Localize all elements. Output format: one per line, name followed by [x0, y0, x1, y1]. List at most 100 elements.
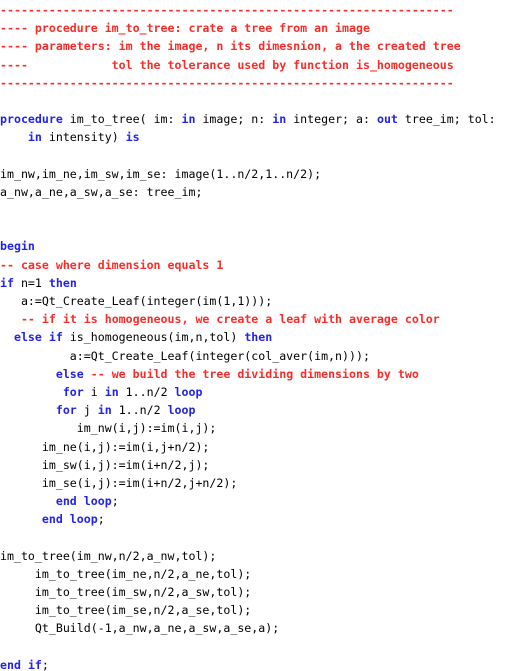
code-line: begin: [0, 237, 531, 255]
code-line: im_ne(i,j):=im(i,j+n/2);: [0, 438, 531, 456]
code-token-comment: -- case where dimension equals 1: [0, 257, 224, 272]
code-token-plain: im_sw(i,j):=im(i+n/2,j);: [0, 457, 210, 472]
code-line: im_sw(i,j):=im(i+n/2,j);: [0, 456, 531, 474]
code-token-keyword: begin: [0, 239, 35, 254]
code-token-keyword: in: [272, 112, 287, 127]
code-token-keyword: out: [376, 112, 398, 127]
code-token-comment: ----------------------------------------…: [0, 75, 454, 90]
code-token-keyword: in: [104, 384, 119, 399]
code-line: ---- tol the tolerance used by function …: [0, 56, 531, 74]
code-token-plain: a_nw,a_ne,a_sw,a_se: tree_im;: [0, 184, 203, 199]
code-token-comment: -- if it is homogeneous, we create a lea…: [20, 312, 440, 327]
code-line: end loop;: [0, 492, 531, 510]
code-token-plain: im_se(i,j):=im(i+n/2,j+n/2);: [0, 475, 238, 490]
code-line: im_to_tree(im_nw,n/2,a_nw,tol);: [0, 547, 531, 565]
code-token-plain: im_to_tree( im:: [62, 112, 182, 127]
code-line: procedure im_to_tree( im: in image; n: i…: [0, 110, 531, 128]
code-line: im_nw(i,j):=im(i,j);: [0, 419, 531, 437]
code-token-keyword: else: [55, 366, 84, 381]
code-line: im_to_tree(im_ne,n/2,a_ne,tol);: [0, 565, 531, 583]
code-line: ---- procedure im_to_tree: crate a tree …: [0, 19, 531, 37]
code-token-plain: Qt_Build(-1,a_nw,a_ne,a_sw,a_se,a);: [0, 621, 280, 636]
code-line: in intensity) is: [0, 128, 531, 146]
code-token-plain: im_to_tree(im_ne,n/2,a_ne,tol);: [0, 566, 252, 581]
code-line: im_to_tree(im_se,n/2,a_se,tol);: [0, 601, 531, 619]
code-token-plain: im_nw(i,j):=im(i,j);: [0, 421, 217, 436]
code-token-keyword: is: [125, 130, 140, 145]
code-token-plain: 1..n/2: [111, 403, 168, 418]
code-token-comment: ---- parameters: im the image, n its dim…: [0, 39, 461, 54]
code-line: a:=Qt_Create_Leaf(integer(im(1,1)));: [0, 292, 531, 310]
code-line: ---- parameters: im the image, n its dim…: [0, 37, 531, 55]
code-token-plain: j: [76, 403, 98, 418]
code-line: im_to_tree(im_sw,n/2,a_sw,tol);: [0, 583, 531, 601]
code-token-plain: image; n:: [195, 112, 273, 127]
code-token-plain: 1..n/2: [118, 384, 175, 399]
code-line: im_nw,im_ne,im_sw,im_se: image(1..n/2,1.…: [0, 165, 531, 183]
code-line: if n=1 then: [0, 274, 531, 292]
code-line: Qt_Build(-1,a_nw,a_ne,a_sw,a_se,a);: [0, 619, 531, 637]
code-token-plain: n=1: [13, 275, 49, 290]
code-line: for j in 1..n/2 loop: [0, 401, 531, 419]
code-token-keyword: in: [97, 403, 112, 418]
code-line: else if is_homogeneous(im,n,tol) then: [0, 328, 531, 346]
code-token-comment: ---- tol the tolerance used by function …: [0, 57, 454, 72]
code-token-plain: tree_im; tol:: [397, 112, 496, 127]
code-token-plain: im_to_tree(im_sw,n/2,a_sw,tol);: [0, 585, 252, 599]
code-token-plain: im_to_tree(im_se,n/2,a_se,tol);: [0, 603, 252, 618]
code-token-plain: a:=Qt_Create_Leaf(integer(col_aver(im,n)…: [0, 348, 370, 363]
code-token-keyword: else if: [13, 330, 63, 345]
code-token-comment: ----------------------------------------…: [0, 3, 454, 17]
code-token-plain: im_ne(i,j):=im(i,j+n/2);: [0, 439, 210, 454]
code-token-plain: ;: [111, 494, 119, 509]
code-token-plain: ;: [97, 512, 105, 527]
code-token-plain: ;: [41, 657, 49, 671]
code-line: ----------------------------------------…: [0, 74, 531, 92]
code-token-keyword: for: [62, 384, 84, 399]
code-token-plain: integer; a:: [286, 112, 377, 127]
code-token-keyword: procedure: [0, 112, 63, 127]
code-token-plain: i: [83, 384, 105, 399]
code-token-keyword: end loop: [55, 494, 112, 509]
code-token-plain: im_to_tree(im_nw,n/2,a_nw,tol);: [0, 548, 217, 563]
code-line: -- if it is homogeneous, we create a lea…: [0, 310, 531, 328]
code-token-keyword: for: [55, 403, 77, 418]
code-token-keyword: then: [244, 330, 273, 345]
code-token-keyword: end if: [0, 657, 42, 671]
code-token-plain: a:=Qt_Create_Leaf(integer(im(1,1)));: [0, 294, 273, 308]
code-token-keyword: loop: [167, 403, 196, 418]
code-token-keyword: loop: [174, 384, 203, 399]
code-token-plain: im_nw,im_ne,im_sw,im_se: image(1..n/2,1.…: [0, 166, 322, 181]
code-token-plain: intensity): [41, 130, 126, 145]
code-line: ----------------------------------------…: [0, 0, 531, 19]
code-line: else -- we build the tree dividing dimen…: [0, 365, 531, 383]
code-line: im_se(i,j):=im(i+n/2,j+n/2);: [0, 474, 531, 492]
code-line: a:=Qt_Create_Leaf(integer(col_aver(im,n)…: [0, 347, 531, 365]
code-line: for i in 1..n/2 loop: [0, 383, 531, 401]
code-token-keyword: in: [27, 130, 42, 145]
code-token-comment: ---- procedure im_to_tree: crate a tree …: [0, 21, 370, 36]
code-line: end loop;: [0, 510, 531, 528]
code-line: a_nw,a_ne,a_sw,a_se: tree_im;: [0, 183, 531, 201]
code-listing: ----------------------------------------…: [0, 0, 531, 671]
code-line: end if;: [0, 656, 531, 671]
code-line: -- case where dimension equals 1: [0, 256, 531, 274]
code-token-keyword: in: [181, 112, 196, 127]
code-token-keyword: if: [0, 275, 14, 290]
code-token-keyword: then: [48, 275, 77, 290]
